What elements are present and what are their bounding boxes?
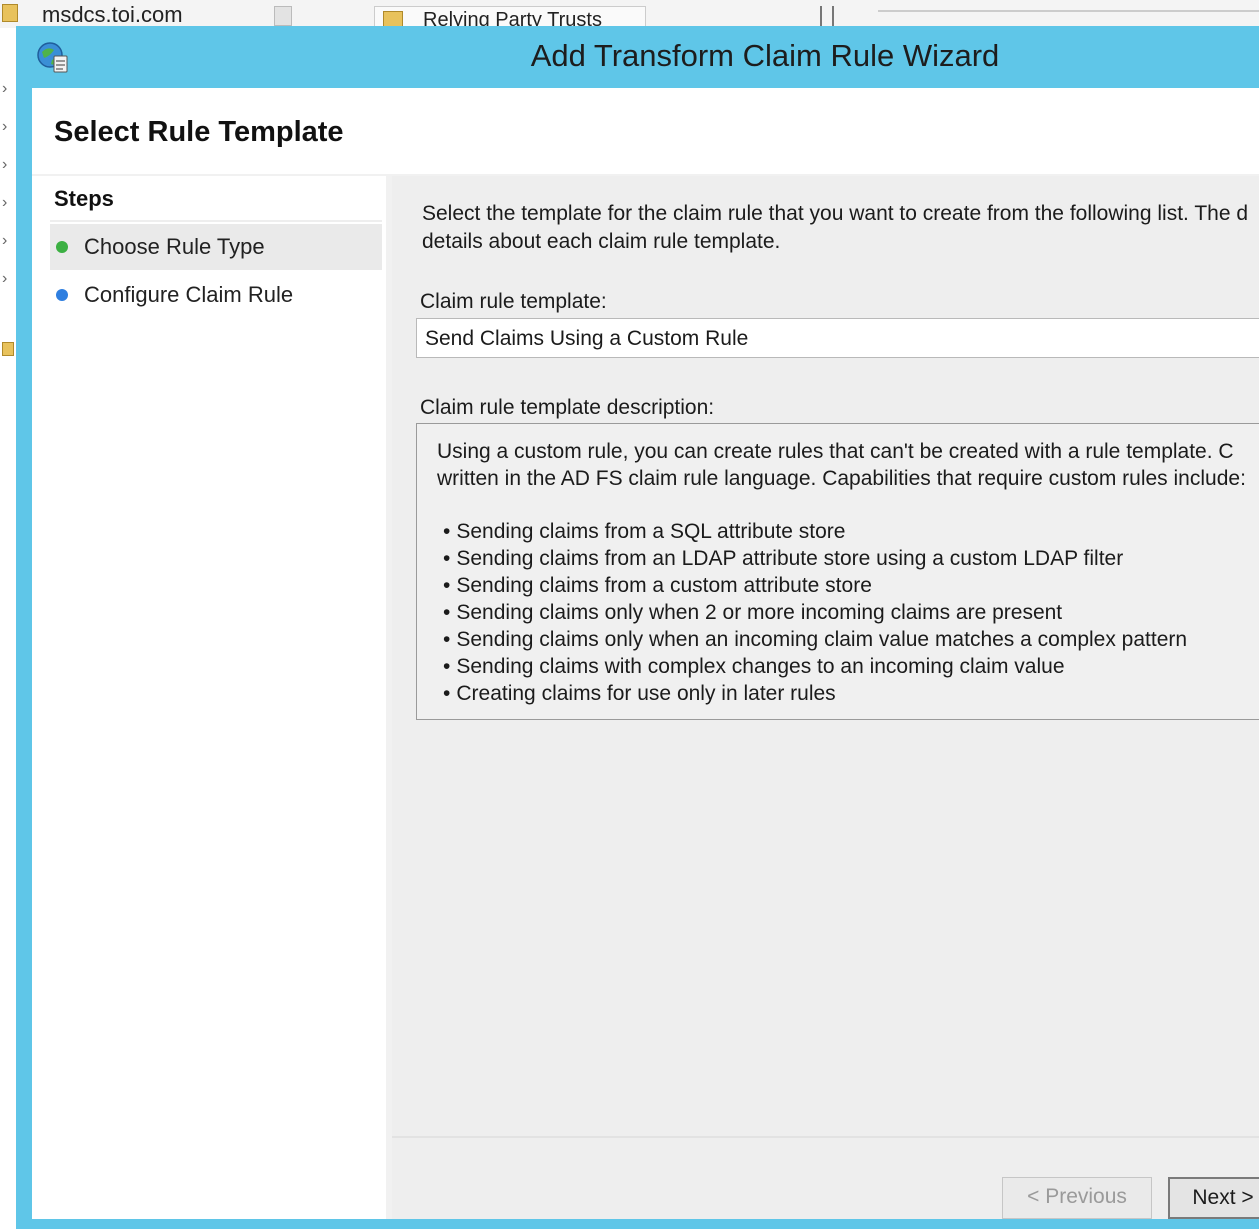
intro-text: Select the template for the claim rule t… — [422, 200, 1259, 256]
list-item: Sending claims from a SQL attribute stor… — [437, 518, 1187, 545]
intro-line: Select the template for the claim rule t… — [422, 202, 1249, 225]
window-bottom-edge — [16, 1219, 1259, 1229]
footer-divider — [392, 1136, 1259, 1138]
chevron-right-icon: › — [2, 156, 8, 173]
step-label: Choose Rule Type — [84, 234, 265, 259]
step-complete-icon — [56, 241, 68, 253]
description-label: Claim rule template description: — [420, 396, 715, 419]
wizard-header: Select Rule Template — [32, 88, 1259, 174]
background-tree-strip: › › › › › › — [0, 28, 16, 1229]
next-button[interactable]: Next > — [1168, 1177, 1259, 1219]
chevron-right-icon: › — [2, 118, 8, 135]
chevron-right-icon: › — [2, 270, 8, 287]
template-selected-value: Send Claims Using a Custom Rule — [425, 327, 749, 350]
background-window-strip: msdcs.toi.com Relying Party Trusts — [0, 0, 1259, 31]
capabilities-list: Sending claims from a SQL attribute stor… — [437, 518, 1187, 707]
list-item: Creating claims for use only in later ru… — [437, 680, 1187, 707]
page-title: Select Rule Template — [54, 116, 344, 148]
step-label: Configure Claim Rule — [84, 282, 294, 307]
chevron-right-icon: › — [2, 194, 8, 211]
description-line: written in the AD FS claim rule language… — [437, 467, 1246, 490]
description-line: Using a custom rule, you can create rule… — [437, 440, 1234, 463]
background-divider — [878, 10, 1259, 12]
folder-icon — [2, 342, 14, 356]
steps-heading: Steps — [54, 186, 114, 211]
steps-panel: Steps Choose Rule Type Configure Claim R… — [32, 176, 382, 1219]
folder-icon — [2, 4, 18, 22]
window-title: Add Transform Claim Rule Wizard — [530, 38, 1000, 73]
folder-icon — [383, 11, 403, 27]
background-separator — [820, 6, 834, 26]
step-configure-claim-rule[interactable]: Configure Claim Rule — [50, 272, 382, 318]
chevron-right-icon: › — [2, 80, 8, 97]
list-item: Sending claims only when an incoming cla… — [437, 626, 1187, 653]
background-host-label: msdcs.toi.com — [42, 2, 183, 27]
background-scrollbar — [274, 6, 292, 26]
list-item: Sending claims from an LDAP attribute st… — [437, 545, 1187, 572]
step-choose-rule-type[interactable]: Choose Rule Type — [50, 224, 382, 270]
intro-line: details about each claim rule template. — [422, 230, 781, 253]
description-intro: Using a custom rule, you can create rule… — [437, 438, 1259, 492]
template-description-box: Using a custom rule, you can create rule… — [416, 423, 1259, 720]
step-pending-icon — [56, 289, 68, 301]
steps-divider — [50, 220, 382, 222]
content-panel: Select the template for the claim rule t… — [392, 176, 1259, 1219]
title-bar[interactable]: Add Transform Claim Rule Wizard — [16, 26, 1259, 88]
chevron-right-icon: › — [2, 232, 8, 249]
list-item: Sending claims with complex changes to a… — [437, 653, 1187, 680]
previous-button[interactable]: < Previous — [1002, 1177, 1152, 1219]
wizard-client-area: Select Rule Template Steps Choose Rule T… — [32, 88, 1259, 1219]
claim-rule-template-select[interactable]: Send Claims Using a Custom Rule — [416, 318, 1259, 358]
list-item: Sending claims from a custom attribute s… — [437, 572, 1187, 599]
list-item: Sending claims only when 2 or more incom… — [437, 599, 1187, 626]
wizard-window: Add Transform Claim Rule Wizard Select R… — [16, 26, 1259, 1229]
template-label: Claim rule template: — [420, 290, 607, 313]
